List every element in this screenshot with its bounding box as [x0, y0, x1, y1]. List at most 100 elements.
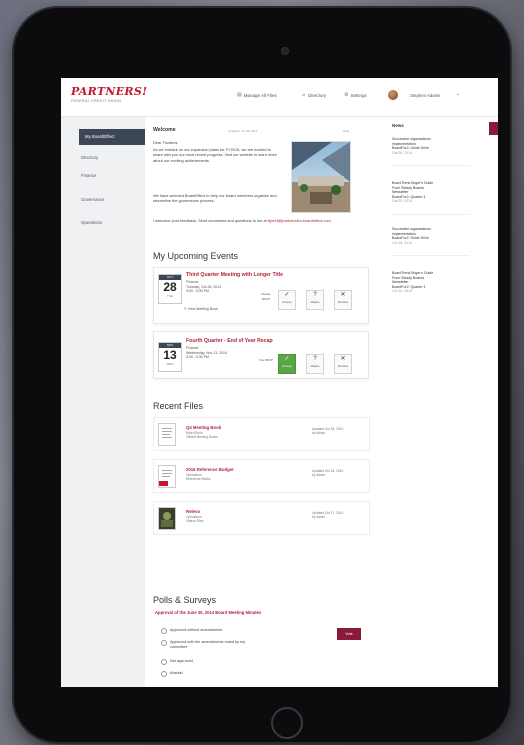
avatar[interactable] — [388, 90, 398, 100]
rsvp-decline-label: Decline — [337, 364, 348, 368]
file-meta: Operations Reference Books — [186, 473, 210, 481]
file-updated-by: by Admin — [312, 431, 326, 436]
view-meeting-book-label: View Meeting Book — [187, 307, 218, 311]
file-name[interactable]: Q4 Meeting Book — [186, 425, 221, 430]
rsvp-accept-button[interactable]: ✓ Accept — [278, 354, 296, 374]
news-date: Oct 20, 2014 — [392, 199, 413, 203]
camera-dot — [282, 48, 288, 54]
news-item[interactable]: Successful organizations implementation … — [392, 137, 470, 155]
question-icon: ? — [313, 292, 317, 298]
feedback-message: I welcome your feedback. Send comments a… — [153, 218, 267, 223]
vote-button[interactable]: Vote — [337, 628, 361, 640]
check-icon: ✓ — [284, 356, 290, 362]
file-name[interactable]: Relevo — [186, 509, 200, 514]
feedback-text: I welcome your feedback. Send comments a… — [153, 218, 363, 223]
event-details: Finance Tuesday, Oct 28, 2014 3:00 - 5:3… — [186, 280, 221, 294]
user-name[interactable]: Stephen Adams — [410, 93, 440, 98]
rsvp-status: You RSVP — [258, 358, 274, 362]
files-heading: Recent Files — [153, 401, 204, 411]
poll-option-label: Approved without amendments — [170, 628, 223, 632]
side-tab-handle[interactable] — [489, 122, 498, 135]
event-title[interactable]: Third Quarter Meeting with Longer Title — [186, 272, 283, 278]
rsvp-maybe-button[interactable]: ? Maybe — [306, 290, 324, 310]
event-time: 3:00 - 5:30 PM — [186, 289, 209, 294]
sidebar-item-finance[interactable]: Finance — [81, 173, 96, 178]
view-meeting-book-link[interactable]: ✎ View Meeting Book — [184, 307, 218, 312]
sidebar-item-operations[interactable]: Operations — [81, 220, 102, 225]
event-title[interactable]: Fourth Quarter - End of Year Recap — [186, 338, 273, 344]
radio-button[interactable] — [161, 640, 167, 647]
radio-button[interactable] — [161, 628, 167, 635]
rsvp-maybe-label: Maybe — [310, 364, 320, 368]
file-updated: Updated Oct 28, 2014 by Admin — [312, 427, 343, 435]
sidebar-item-my-boardeffect[interactable]: My BoardEffect — [79, 129, 145, 145]
poll-option-label: Not approved — [170, 659, 193, 663]
brand-subtitle: FEDERAL CREDIT UNION — [71, 99, 122, 103]
file-updated-by: by Admin — [312, 515, 326, 520]
x-icon: ✕ — [340, 356, 346, 362]
file-row[interactable]: Q4 Meeting Book Board Book Official Meet… — [153, 417, 370, 451]
event-weekday: WED — [166, 362, 174, 366]
poll-option[interactable]: Not approved — [161, 659, 281, 666]
event-card-2[interactable]: NOV 13 WED Fourth Quarter - End of Year … — [153, 331, 369, 379]
news-divider — [392, 255, 470, 256]
poll-option-label: Abstain — [170, 671, 183, 675]
rsvp-maybe-button[interactable]: ? Maybe — [306, 354, 324, 374]
video-thumbnail-icon — [158, 507, 176, 530]
rsvp-decline-label: Decline — [337, 300, 348, 304]
rsvp-accept-label: Accept — [282, 364, 292, 368]
x-icon: ✕ — [340, 292, 346, 298]
welcome-greeting: Dear Trustees — [153, 140, 178, 145]
radio-button[interactable] — [161, 659, 167, 666]
news-item[interactable]: BoardTrend Buyer's Guide From Steady Boa… — [392, 181, 470, 204]
app-screen: PARTNERS! FEDERAL CREDIT UNION ▤ Manage … — [61, 78, 498, 687]
poll-option-label: Approved with the amendments noted by my… — [170, 640, 246, 649]
news-divider — [392, 165, 470, 166]
nav-label: Manage All Files — [243, 92, 277, 98]
event-details: Finance Wednesday, Nov 13, 2014 3:00 - 5… — [186, 346, 227, 360]
file-name[interactable]: 2015 Reference Budget — [186, 467, 234, 472]
gear-icon: ⚙ — [344, 92, 349, 98]
nav-directory[interactable]: ☺ Directory — [301, 92, 326, 98]
nav-label: Settings — [350, 92, 367, 98]
brand-logo[interactable]: PARTNERS! — [71, 85, 147, 98]
rsvp-decline-button[interactable]: ✕ Decline — [334, 290, 352, 310]
welcome-updated: Updated: Jul 18, 2014 — [228, 129, 258, 133]
news-date: Oct 10, 2014 — [392, 289, 413, 293]
sidebar-item-directory[interactable]: Directory — [81, 155, 98, 160]
news-item[interactable]: BoardTrend Buyer's Guide From Steady Boa… — [392, 271, 470, 294]
nav-manage-files[interactable]: ▤ Manage All Files — [237, 92, 277, 98]
file-meta: Operations Videos Files — [186, 515, 203, 523]
event-date-badge: OCT 28 TUE — [158, 274, 182, 304]
event-weekday: TUE — [167, 294, 173, 298]
event-day: 13 — [163, 348, 177, 362]
document-thumbnail-icon — [158, 423, 176, 446]
rsvp-accept-button[interactable]: ✓ Accept — [278, 290, 296, 310]
welcome-title: Welcome — [153, 127, 176, 133]
nav-settings[interactable]: ⚙ Settings — [344, 92, 367, 98]
file-updated: Updated Oct 18, 2014 by Admin — [312, 469, 343, 477]
top-header: PARTNERS! FEDERAL CREDIT UNION ▤ Manage … — [61, 78, 498, 117]
file-updated: Updated Oct 17, 2014 by Admin — [312, 511, 343, 519]
welcome-photo — [291, 141, 351, 213]
welcome-paragraph-1: As we embark on our expansion plans for … — [153, 147, 277, 163]
welcome-hide-link[interactable]: Hide — [343, 129, 349, 134]
rsvp-decline-button[interactable]: ✕ Decline — [334, 354, 352, 374]
file-row[interactable]: Relevo Operations Videos Files Updated O… — [153, 501, 370, 535]
poll-option[interactable]: Approved with the amendments noted by my… — [161, 640, 256, 650]
poll-option[interactable]: Abstain — [161, 671, 281, 678]
home-button[interactable] — [271, 707, 303, 739]
rsvp-status: Please RSVP — [261, 292, 271, 301]
radio-button[interactable] — [161, 671, 167, 678]
file-row[interactable]: 2015 Reference Budget Operations Referen… — [153, 459, 370, 493]
people-icon: ☺ — [301, 92, 307, 98]
news-item[interactable]: Successful organizations implementation … — [392, 227, 470, 245]
sidebar-item-governance[interactable]: Governance — [81, 197, 104, 202]
event-card-1[interactable]: OCT 28 TUE Third Quarter Meeting with Lo… — [153, 267, 369, 324]
chevron-down-icon[interactable]: ⌄ — [456, 91, 460, 97]
nav-label: Directory — [308, 92, 327, 98]
rsvp-accept-label: Accept — [282, 300, 292, 304]
feedback-email-link[interactable]: ttyrrell@partnersfcu.boardeffect.com — [268, 218, 331, 223]
poll-option[interactable]: Approved without amendments — [161, 628, 281, 635]
file-meta: Board Book Official Meeting Books — [186, 431, 218, 439]
